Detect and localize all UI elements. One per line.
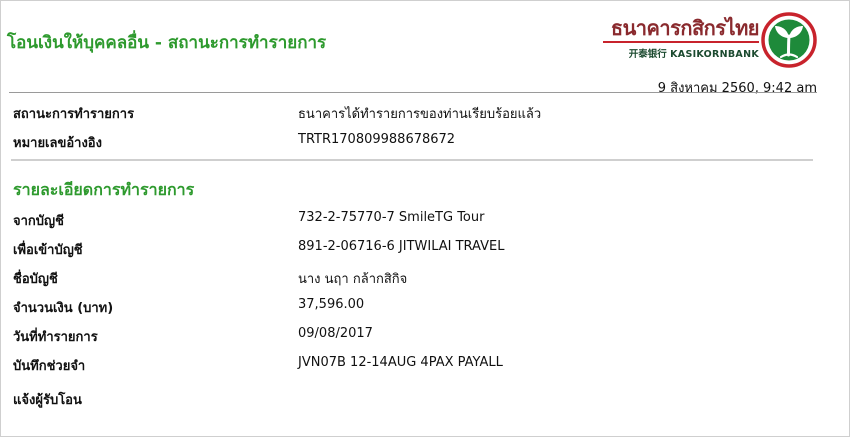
transaction-datetime: 9 สิงหาคม 2560, 9:42 am bbox=[657, 81, 817, 96]
header-divider bbox=[9, 92, 817, 93]
to-account-value: 891-2-06716-6 JITWILAI TRAVEL bbox=[298, 239, 505, 254]
amount-label: จำนวนเงิน (บาท) bbox=[13, 301, 114, 316]
page-frame: โอนเงินให้บุคคลอื่น - สถานะการทำรายการ ธ… bbox=[0, 0, 850, 437]
bank-wordmark: ธนาคารกสิกรไทย 开泰银行 KASIKORNBANK bbox=[599, 12, 760, 60]
from-account-value: 732-2-75770-7 SmileTG Tour bbox=[298, 210, 485, 225]
brand-divider bbox=[603, 41, 759, 43]
account-name-value: นาง นฤา กล้ากสิกิจ bbox=[298, 272, 408, 287]
page-title: โอนเงินให้บุคคลอื่น - สถานะการทำรายการ bbox=[7, 33, 327, 53]
from-account-label: จากบัญชี bbox=[13, 214, 64, 229]
bank-name-chinese: 开泰银行 bbox=[628, 49, 667, 60]
to-account-label: เพื่อเข้าบัญชี bbox=[13, 243, 83, 258]
account-name-label: ชื่อบัญชี bbox=[13, 272, 58, 287]
bank-name-thai: ธนาคารกสิกรไทย bbox=[610, 16, 760, 40]
memo-value: JVN07B 12-14AUG 4PAX PAYALL bbox=[298, 355, 503, 370]
status-label: สถานะการทำรายการ bbox=[13, 107, 135, 122]
transaction-date-value: 09/08/2017 bbox=[298, 326, 373, 341]
transaction-date-label: วันที่ทำรายการ bbox=[13, 330, 98, 345]
status-value: ธนาคารได้ทำรายการของท่านเรียบร้อยแล้ว bbox=[298, 107, 542, 122]
kasikorn-leaf-logo-icon bbox=[761, 12, 817, 68]
amount-value: 37,596.00 bbox=[298, 297, 365, 312]
details-section-title: รายละเอียดการทำรายการ bbox=[13, 180, 195, 199]
reference-value: TRTR170809988678672 bbox=[298, 132, 456, 147]
reference-label: หมายเลขอ้างอิง bbox=[13, 136, 102, 151]
notify-recipient-label: แจ้งผู้รับโอน bbox=[13, 393, 82, 408]
bank-name-english: KASIKORNBANK bbox=[670, 49, 759, 60]
memo-label: บันทึกช่วยจำ bbox=[13, 359, 86, 374]
bank-name-sub: 开泰银行 KASIKORNBANK bbox=[629, 46, 759, 60]
section-divider bbox=[11, 159, 813, 161]
